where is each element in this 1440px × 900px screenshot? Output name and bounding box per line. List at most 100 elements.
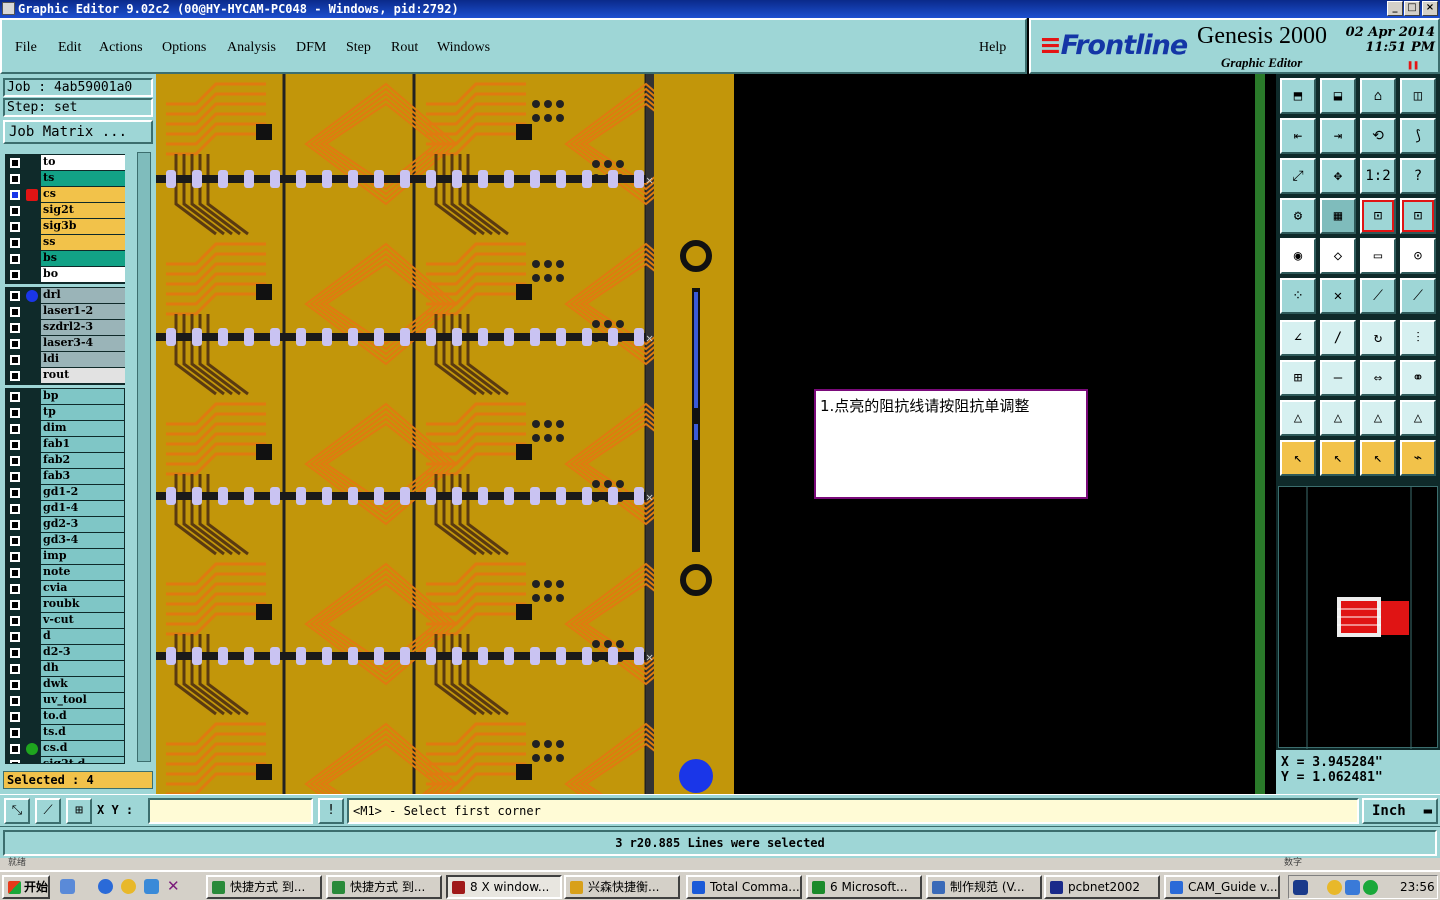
route-icon[interactable]: ⌁ — [1400, 440, 1436, 476]
layer-name[interactable]: fab1 — [41, 437, 124, 452]
line2-icon[interactable]: ⟋ — [1400, 278, 1436, 314]
fit-icon[interactable]: ⤢ — [1280, 158, 1316, 194]
layer-name[interactable]: tp — [41, 405, 124, 420]
layer-name[interactable]: fab2 — [41, 453, 124, 468]
taskbar-item[interactable]: 6 Microsoft... — [806, 875, 922, 899]
quicklaunch-x-icon[interactable]: ✕ — [167, 879, 182, 894]
snap-icon[interactable]: ◉ — [1280, 238, 1316, 274]
layer-row-cvia[interactable]: cvia — [6, 581, 124, 597]
layer-checkbox[interactable] — [10, 472, 20, 482]
scale-icon[interactable]: 1:2 — [1360, 158, 1396, 194]
segment-icon[interactable]: / — [1320, 320, 1356, 356]
cross-icon[interactable]: ✕ — [1320, 278, 1356, 314]
layer-checkbox[interactable] — [10, 696, 20, 706]
layer-checkbox[interactable] — [10, 616, 20, 626]
triangle3-icon[interactable]: △ — [1360, 400, 1396, 436]
menu-analysis[interactable]: Analysis — [227, 40, 276, 56]
layer-row-cs-d[interactable]: cs.d — [6, 741, 124, 757]
layer-row-fab1[interactable]: fab1 — [6, 437, 124, 453]
layer-name[interactable]: dwk — [41, 677, 124, 692]
help-icon[interactable]: ? — [1400, 158, 1436, 194]
layer-checkbox[interactable] — [10, 520, 20, 530]
layer-checkbox[interactable] — [10, 760, 20, 763]
xy-input[interactable] — [148, 798, 313, 824]
layer-checkbox[interactable] — [10, 254, 20, 264]
layer-row-uv-tool[interactable]: uv_tool — [6, 693, 124, 709]
layer-checkbox[interactable] — [10, 440, 20, 450]
layer-row-v-cut[interactable]: v-cut — [6, 613, 124, 629]
layer-row-ts[interactable]: ts — [6, 171, 126, 187]
layer-name[interactable]: v-cut — [41, 613, 124, 628]
pan-icon[interactable]: ✥ — [1320, 158, 1356, 194]
menu-actions[interactable]: Actions — [99, 40, 143, 56]
restore-button[interactable]: □ — [1404, 1, 1420, 16]
layer-checkbox[interactable] — [10, 536, 20, 546]
layer-checkbox[interactable] — [10, 424, 20, 434]
triangle-icon[interactable]: △ — [1280, 400, 1316, 436]
layer-name[interactable]: sig3b — [41, 219, 125, 234]
close-button[interactable]: × — [1422, 1, 1438, 16]
undo-icon[interactable]: ⟲ — [1360, 118, 1396, 154]
menu-help[interactable]: Help — [979, 40, 1006, 56]
pad-icon[interactable]: ⊙ — [1400, 238, 1436, 274]
layer-checkbox[interactable] — [10, 174, 20, 184]
pointer-icon[interactable]: ↖ — [1280, 440, 1316, 476]
start-button[interactable]: 开始 — [2, 875, 50, 899]
layer-row-d2-3[interactable]: d2-3 — [6, 645, 124, 661]
layer-checkbox[interactable] — [10, 632, 20, 642]
quicklaunch-clock-icon[interactable] — [121, 879, 136, 894]
layer-row-szdrl2-3[interactable]: szdrl2-3 — [6, 320, 126, 336]
layer-name[interactable]: cvia — [41, 581, 124, 596]
layer-name[interactable]: sig2t — [41, 203, 125, 218]
layer-row-dh[interactable]: dh — [6, 661, 124, 677]
measure-icon[interactable]: ⟋ — [35, 798, 61, 824]
layer-name[interactable]: gd1-2 — [41, 485, 124, 500]
layer-row-rout[interactable]: rout — [6, 368, 126, 384]
quicklaunch-browser-icon[interactable] — [144, 879, 159, 894]
layer-name[interactable]: d — [41, 629, 124, 644]
layer-name[interactable]: laser1-2 — [41, 304, 125, 319]
layer-name[interactable]: uv_tool — [41, 693, 124, 708]
tray-clock-icon[interactable] — [1327, 880, 1342, 895]
layer-checkbox[interactable] — [10, 488, 20, 498]
layer-name[interactable]: gd3-4 — [41, 533, 124, 548]
angle-icon[interactable]: ∠ — [1280, 320, 1316, 356]
layer-checkbox[interactable] — [10, 206, 20, 216]
layer-checkbox[interactable] — [10, 504, 20, 514]
taskbar-item[interactable]: 快捷方式 到... — [326, 875, 442, 899]
layer-row-ss[interactable]: ss — [6, 235, 126, 251]
overview-map[interactable] — [1278, 486, 1438, 749]
group-icon[interactable]: ⚭ — [1400, 360, 1436, 396]
layer-name[interactable]: bo — [41, 267, 125, 282]
layer-checkbox[interactable] — [10, 339, 20, 349]
taskbar-item[interactable]: 8 X window... — [446, 875, 562, 899]
left-icon[interactable]: ⇤ — [1280, 118, 1316, 154]
layer-checkbox[interactable] — [10, 456, 20, 466]
menu-file[interactable]: File — [15, 40, 37, 56]
layer-name[interactable]: ts — [41, 171, 125, 186]
menu-step[interactable]: Step — [346, 40, 371, 56]
layer-checkbox[interactable] — [10, 291, 20, 301]
layer-row-d[interactable]: d — [6, 629, 124, 645]
layer-row-bo[interactable]: bo — [6, 267, 126, 283]
layer-name[interactable]: drl — [41, 288, 125, 303]
layer-name[interactable]: laser3-4 — [41, 336, 125, 351]
layer-checkbox[interactable] — [10, 680, 20, 690]
layer-checkbox[interactable] — [10, 270, 20, 280]
layer-row-note[interactable]: note — [6, 565, 124, 581]
layer-row-imp[interactable]: imp — [6, 549, 124, 565]
layer-name[interactable]: rout — [41, 368, 125, 383]
pad-add-icon[interactable]: ⊞ — [1280, 360, 1316, 396]
align-icon[interactable]: ⫶ — [1400, 320, 1436, 356]
layer-name[interactable]: to — [41, 155, 125, 170]
layer-checkbox[interactable] — [10, 584, 20, 594]
layer-name[interactable]: fab3 — [41, 469, 124, 484]
triangle4-icon[interactable]: △ — [1400, 400, 1436, 436]
triangle2-icon[interactable]: △ — [1320, 400, 1356, 436]
layer-checkbox[interactable] — [10, 744, 20, 754]
layer-checkbox[interactable] — [10, 323, 20, 333]
layer-row-to[interactable]: to — [6, 155, 126, 171]
layer-row-laser3-4[interactable]: laser3-4 — [6, 336, 126, 352]
redo-icon[interactable]: ⟆ — [1400, 118, 1436, 154]
layer-checkbox[interactable] — [10, 190, 20, 200]
